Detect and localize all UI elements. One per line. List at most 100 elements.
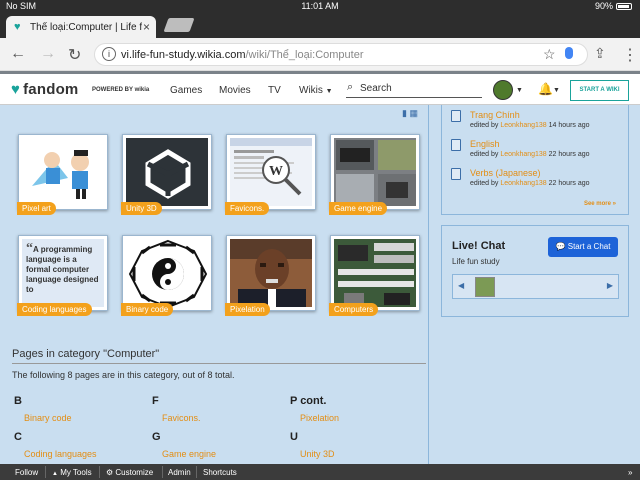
fandom-logo[interactable]: ♥ fandom <box>11 81 78 98</box>
start-chat-button[interactable]: 💬 Start a Chat <box>548 237 618 257</box>
gallery-label: Unity 3D <box>121 202 162 215</box>
url-text[interactable]: vi.life-fun-study.wikia.com/wiki/Thể_loạ… <box>121 49 364 61</box>
activity-time: 14 hours ago <box>548 122 590 129</box>
share-icon[interactable]: ⇪ <box>594 45 606 62</box>
nav-games[interactable]: Games <box>170 85 202 96</box>
back-arrow-icon[interactable]: ← <box>10 45 26 63</box>
my-tools-button[interactable]: ▲ My Tools <box>52 468 92 477</box>
menu-dots-icon[interactable]: ⋮ <box>622 45 638 65</box>
binary-code-image <box>126 239 208 307</box>
reload-icon[interactable]: ↻ <box>68 45 81 65</box>
notifications-chevron-icon[interactable]: ▼ <box>553 87 560 94</box>
forward-arrow-icon[interactable]: → <box>40 45 56 63</box>
start-chat-label: Start a Chat <box>567 242 611 251</box>
nav-movies[interactable]: Movies <box>219 85 251 96</box>
page-link-unity-3d[interactable]: Unity 3D <box>300 449 335 459</box>
gallery-card-pixelation[interactable]: Pixelation <box>225 235 316 316</box>
activity-user-link[interactable]: Leonkhang138 <box>500 180 546 187</box>
activity-page-link[interactable]: English <box>470 139 590 149</box>
gallery-card-game-engine[interactable]: Game engine <box>329 134 420 215</box>
page-link-pixelation[interactable]: Pixelation <box>300 413 339 423</box>
activity-user-link[interactable]: Leonkhang138 <box>500 122 546 129</box>
toolbar-separator <box>196 466 197 478</box>
computers-image <box>334 239 416 307</box>
url-path: /wiki/Thể_loại:Computer <box>245 49 364 61</box>
carousel-prev-icon[interactable]: ◀ <box>458 281 464 290</box>
gallery-card-pixel-art[interactable]: Pixel art <box>17 134 108 215</box>
gallery-view-toggle[interactable]: ▮ ▦ <box>402 108 418 119</box>
search-input[interactable]: ⌕ Search <box>346 80 482 98</box>
chat-user-avatar[interactable] <box>475 277 495 297</box>
gallery-card-binary-code[interactable]: Binary code <box>121 235 212 316</box>
chat-bubble-icon: 💬 <box>555 242 566 251</box>
close-tab-icon[interactable]: × <box>143 20 150 34</box>
microphone-icon[interactable] <box>565 47 573 59</box>
page-link-favicons[interactable]: Favicons. <box>162 413 201 423</box>
carousel-next-icon[interactable]: ▶ <box>607 281 613 290</box>
follow-button[interactable]: Follow <box>15 468 38 477</box>
notifications-bell-icon[interactable]: 🔔 <box>538 82 553 96</box>
activity-page-link[interactable]: Trang Chính <box>470 110 590 120</box>
admin-button[interactable]: Admin <box>168 468 191 477</box>
gallery-card-favicons[interactable]: W Favicons. <box>225 134 316 215</box>
bookmark-star-icon[interactable]: ☆ <box>543 46 556 63</box>
quote-text: A programming language is a formal compu… <box>26 245 99 294</box>
status-bar: No SIM 11:01 AM 90% <box>0 0 640 13</box>
group-letter-c: C <box>14 431 22 443</box>
group-letter-p-cont: P cont. <box>290 395 327 407</box>
browser-tab-active[interactable]: ♥ Thể loại:Computer | Life fun × <box>6 16 156 38</box>
nav-wikis[interactable]: Wikis ▼ <box>299 85 333 96</box>
group-letter-b: B <box>14 395 22 407</box>
gallery-card-coding-languages[interactable]: “A programming language is a formal comp… <box>17 235 108 316</box>
gallery-card-computers[interactable]: Computers <box>329 235 420 316</box>
game-engine-image <box>334 138 416 206</box>
gallery-label: Game engine <box>329 202 388 215</box>
customize-button[interactable]: ⚙ Customize <box>106 468 153 477</box>
caret-up-icon: ▲ <box>52 471 58 477</box>
favicons-image: W <box>230 138 312 206</box>
gallery-label: Pixelation <box>225 303 270 316</box>
page-link-game-engine[interactable]: Game engine <box>162 449 216 459</box>
shortcuts-button[interactable]: Shortcuts <box>203 468 237 477</box>
activity-time: 22 hours ago <box>548 180 590 187</box>
search-icon: ⌕ <box>347 81 354 93</box>
nav-tv[interactable]: TV <box>268 85 281 96</box>
avatar-chevron-icon[interactable]: ▼ <box>516 87 523 94</box>
gallery-label: Coding languages <box>17 303 92 316</box>
see-more-link[interactable]: See more » <box>584 201 616 207</box>
activity-edited-by: edited by <box>470 151 499 158</box>
unity-logo-image <box>126 138 208 206</box>
category-section-title: Pages in category "Computer" <box>12 348 160 360</box>
powered-by-wikia: POWERED BY wikia <box>92 87 150 93</box>
new-tab-button[interactable] <box>163 18 195 32</box>
chat-title: Live! Chat <box>452 240 506 252</box>
activity-time: 22 hours ago <box>548 151 590 158</box>
battery-icon <box>616 3 632 11</box>
gear-icon: ⚙ <box>106 468 114 477</box>
activity-item: Trang Chính edited by Leonkhang138 14 ho… <box>470 110 590 129</box>
page-link-binary-code[interactable]: Binary code <box>24 413 72 423</box>
chat-subtitle: Life fun study <box>452 257 500 266</box>
page-edit-icon <box>451 110 461 122</box>
battery-text: 90% <box>594 1 613 11</box>
customize-label: Customize <box>115 468 154 477</box>
activity-item: Verbs (Japanese) edited by Leonkhang138 … <box>470 168 590 187</box>
gallery-label: Pixel art <box>17 202 56 215</box>
gallery-card-unity-3d[interactable]: Unity 3D <box>121 134 212 215</box>
start-a-wiki-button[interactable]: START A WIKI <box>570 80 629 101</box>
my-tools-label: My Tools <box>60 468 92 477</box>
activity-user-link[interactable]: Leonkhang138 <box>500 151 546 158</box>
category-description: The following 8 pages are in this catego… <box>12 370 235 380</box>
user-avatar[interactable] <box>493 80 513 100</box>
browser-tab-strip: ♥ Thể loại:Computer | Life fun × <box>0 13 640 38</box>
rail-divider <box>428 105 429 464</box>
fandom-logo-text: fandom <box>23 81 79 98</box>
group-letter-f: F <box>152 395 159 407</box>
fandom-global-nav: ♥ fandom POWERED BY wikia Games Movies TV… <box>0 74 640 105</box>
address-bar[interactable]: i vi.life-fun-study.wikia.com/wiki/Thể_l… <box>94 43 588 66</box>
activity-page-link[interactable]: Verbs (Japanese) <box>470 168 590 178</box>
info-icon[interactable]: i <box>102 47 116 61</box>
page-link-coding-languages[interactable]: Coding languages <box>24 449 97 459</box>
activity-meta: edited by Leonkhang138 14 hours ago <box>470 122 590 129</box>
collapse-toolbar-icon[interactable]: » <box>628 468 632 477</box>
